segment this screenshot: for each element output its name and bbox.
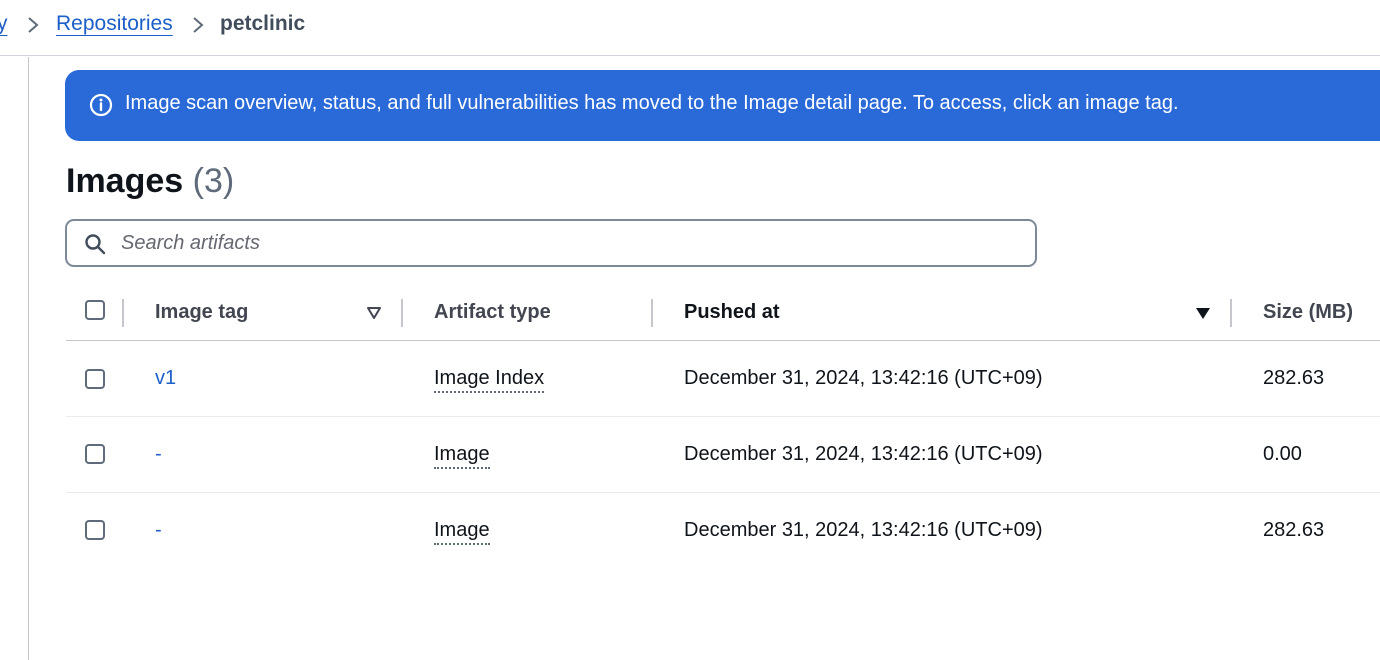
- images-heading: Images (3): [66, 162, 234, 201]
- column-header-pushed-at[interactable]: Pushed at: [684, 301, 780, 324]
- table-header: Image tag Artifact type Pushed at Size (…: [66, 285, 1380, 341]
- artifact-type[interactable]: Image: [434, 519, 490, 545]
- column-header-artifact-type[interactable]: Artifact type: [434, 301, 551, 324]
- image-tag-link[interactable]: v1: [155, 367, 176, 390]
- chevron-right-icon: [28, 17, 39, 33]
- size-mb: 0.00: [1263, 443, 1302, 465]
- breadcrumb-link-partial[interactable]: y: [0, 12, 8, 36]
- search-icon: [85, 234, 106, 255]
- breadcrumb-current: petclinic: [220, 12, 306, 35]
- sort-descending-filled-icon[interactable]: [1195, 306, 1211, 320]
- pushed-at: December 31, 2024, 13:42:16 (UTC+09): [684, 519, 1043, 541]
- column-divider[interactable]: [122, 299, 124, 327]
- size-mb: 282.63: [1263, 367, 1325, 389]
- sort-descending-outline-icon[interactable]: [366, 306, 382, 320]
- image-tag-link[interactable]: -: [155, 519, 162, 542]
- row-checkbox[interactable]: [85, 369, 105, 389]
- chevron-right-icon: [193, 17, 204, 33]
- column-header-size[interactable]: Size (MB): [1263, 301, 1353, 324]
- table-row: - Image December 31, 2024, 13:42:16 (UTC…: [66, 493, 1380, 569]
- column-divider[interactable]: [401, 299, 403, 327]
- images-title: Images: [66, 162, 184, 200]
- images-count: (3): [192, 162, 235, 200]
- artifact-type[interactable]: Image Index: [434, 367, 545, 393]
- size-mb: 282.63: [1263, 519, 1325, 541]
- select-all-checkbox[interactable]: [85, 300, 105, 320]
- row-checkbox[interactable]: [85, 520, 105, 540]
- row-checkbox[interactable]: [85, 444, 105, 464]
- search-input[interactable]: [121, 229, 1021, 257]
- breadcrumb-link-repositories[interactable]: Repositories: [56, 12, 173, 36]
- banner-message: Image scan overview, status, and full vu…: [125, 92, 1179, 114]
- column-divider[interactable]: [1230, 299, 1232, 327]
- column-divider[interactable]: [651, 299, 653, 327]
- pushed-at: December 31, 2024, 13:42:16 (UTC+09): [684, 367, 1043, 389]
- info-banner: Image scan overview, status, and full vu…: [65, 70, 1380, 141]
- column-header-image-tag[interactable]: Image tag: [155, 301, 248, 324]
- search-box[interactable]: [65, 219, 1037, 267]
- artifact-type[interactable]: Image: [434, 443, 490, 469]
- table-row: - Image December 31, 2024, 13:42:16 (UTC…: [66, 417, 1380, 493]
- image-tag-link[interactable]: -: [155, 443, 162, 466]
- info-icon: [89, 93, 113, 117]
- breadcrumb: y Repositories petclinic: [0, 0, 1380, 56]
- side-navigation-divider: [28, 57, 29, 660]
- table-row: v1 Image Index December 31, 2024, 13:42:…: [66, 341, 1380, 417]
- pushed-at: December 31, 2024, 13:42:16 (UTC+09): [684, 443, 1043, 465]
